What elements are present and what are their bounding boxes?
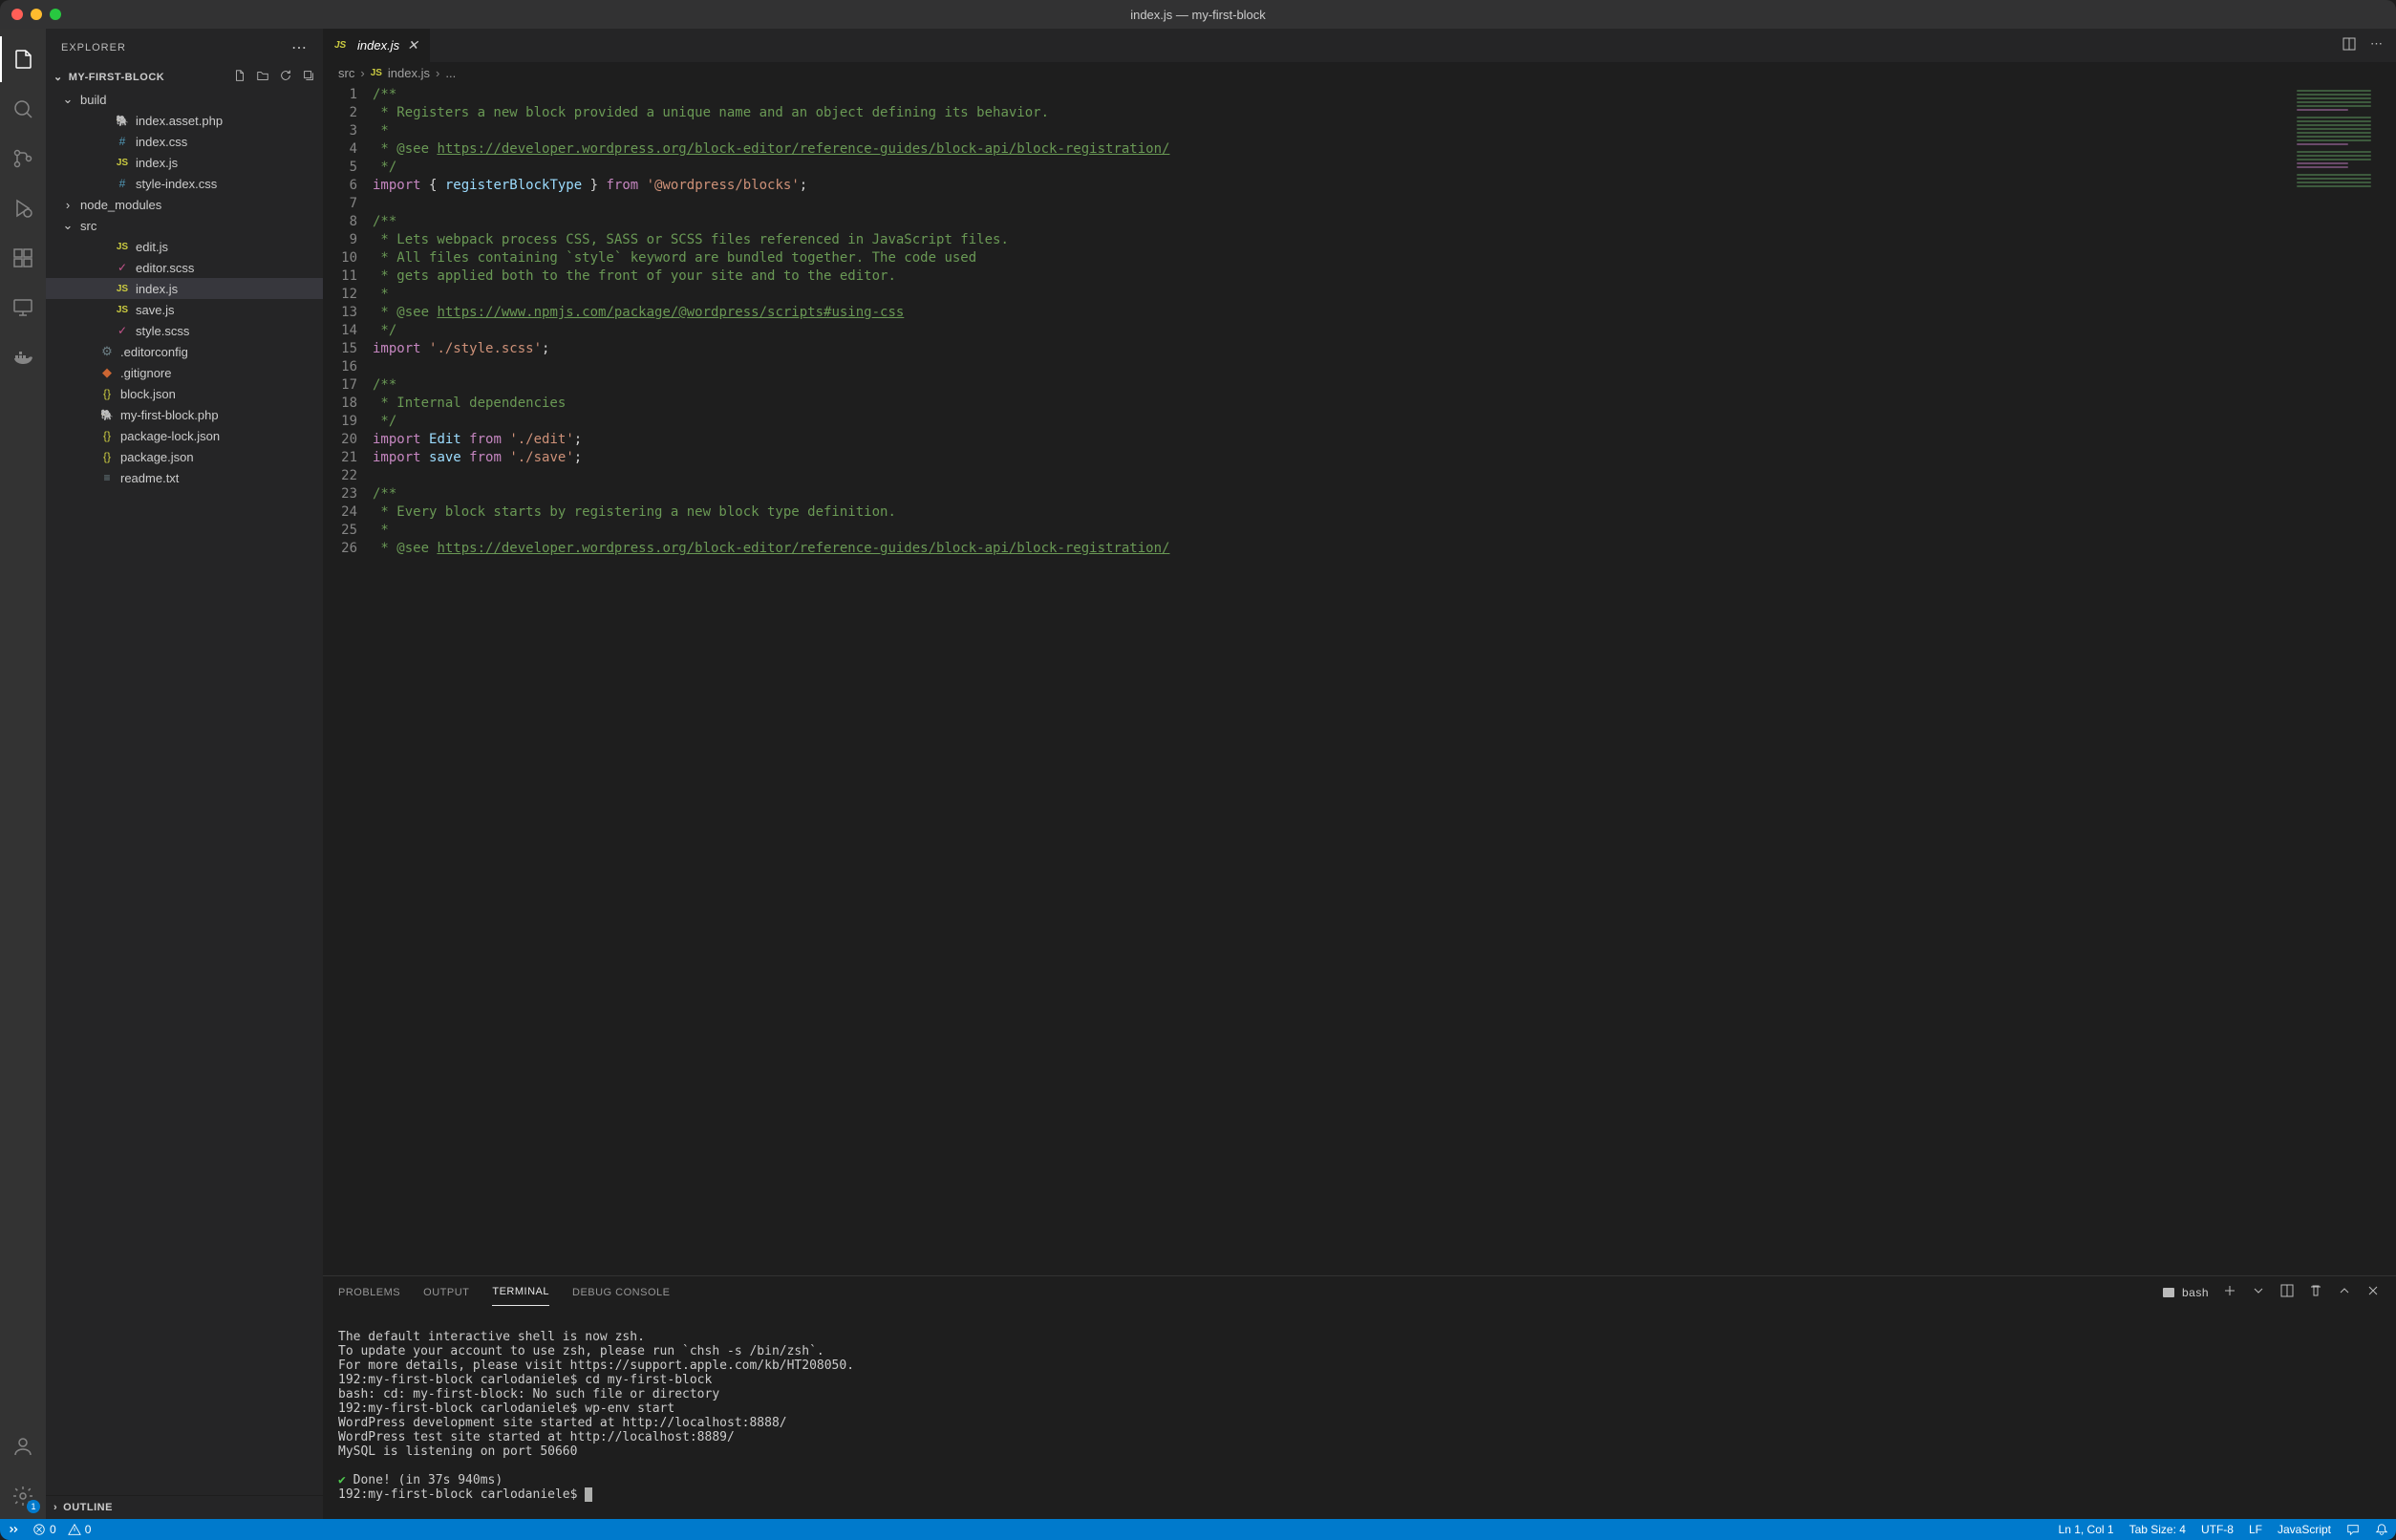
- breadcrumb-more[interactable]: ...: [445, 66, 456, 80]
- file-index-css[interactable]: #index.css: [46, 131, 323, 152]
- file-index-js[interactable]: JSindex.js: [46, 278, 323, 299]
- encoding[interactable]: UTF-8: [2201, 1523, 2234, 1536]
- tab-debug-console[interactable]: DEBUG CONSOLE: [572, 1279, 670, 1306]
- minimize-window[interactable]: [31, 9, 42, 20]
- file-style-scss[interactable]: ✓style.scss: [46, 320, 323, 341]
- folder-src[interactable]: ⌄src: [46, 215, 323, 236]
- js-file-icon: JS: [371, 68, 382, 78]
- terminal-dropdown-icon[interactable]: [2251, 1283, 2266, 1301]
- file-tree: ⌄build🐘index.asset.php#index.cssJSindex.…: [46, 89, 323, 1495]
- collapse-all-icon[interactable]: [302, 69, 315, 85]
- folder-name: MY-FIRST-BLOCK: [69, 72, 165, 83]
- folder-header[interactable]: ⌄ MY-FIRST-BLOCK: [46, 65, 323, 89]
- file-style-index-css[interactable]: #style-index.css: [46, 173, 323, 194]
- remote-icon[interactable]: [0, 285, 46, 331]
- explorer-label: EXPLORER: [61, 42, 126, 53]
- source-control-icon[interactable]: [0, 136, 46, 182]
- file-save-js[interactable]: JSsave.js: [46, 299, 323, 320]
- file--gitignore[interactable]: ◆.gitignore: [46, 362, 323, 383]
- activity-bar: [0, 29, 46, 1519]
- breadcrumb-sep: ›: [360, 66, 364, 80]
- errors-count[interactable]: 0: [32, 1523, 56, 1536]
- eol[interactable]: LF: [2249, 1523, 2262, 1536]
- titlebar: index.js — my-first-block: [0, 0, 2396, 29]
- feedback-icon[interactable]: [2346, 1523, 2360, 1536]
- close-panel-icon[interactable]: [2365, 1283, 2381, 1301]
- indentation[interactable]: Tab Size: 4: [2129, 1523, 2186, 1536]
- run-debug-icon[interactable]: [0, 185, 46, 231]
- window-title: index.js — my-first-block: [1130, 8, 1266, 22]
- split-editor-icon[interactable]: [2342, 36, 2357, 54]
- file-my-first-block-php[interactable]: 🐘my-first-block.php: [46, 404, 323, 425]
- editor-tabs: JS index.js ✕ ⋯: [323, 29, 2396, 62]
- account-icon[interactable]: [0, 1423, 46, 1469]
- bottom-panel: PROBLEMS OUTPUT TERMINAL DEBUG CONSOLE b…: [323, 1275, 2396, 1519]
- tab-output[interactable]: OUTPUT: [423, 1279, 469, 1306]
- outline-label: OUTLINE: [63, 1502, 113, 1513]
- breadcrumb-sep: ›: [436, 66, 439, 80]
- cursor-position[interactable]: Ln 1, Col 1: [2059, 1523, 2114, 1536]
- status-bar: 0 0 Ln 1, Col 1 Tab Size: 4 UTF-8 LF Jav…: [0, 1519, 2396, 1540]
- terminal-output[interactable]: The default interactive shell is now zsh…: [323, 1308, 2396, 1519]
- file-readme-txt[interactable]: ≡readme.txt: [46, 467, 323, 488]
- sidebar: EXPLORER ⋯ ⌄ MY-FIRST-BLOCK ⌄build🐘index…: [46, 29, 323, 1519]
- line-numbers: 1234567891011121314151617181920212223242…: [323, 84, 373, 1275]
- extensions-icon[interactable]: [0, 235, 46, 281]
- terminal-shell[interactable]: bash: [2161, 1285, 2209, 1300]
- tab-problems[interactable]: PROBLEMS: [338, 1279, 400, 1306]
- tab-terminal[interactable]: TERMINAL: [492, 1278, 549, 1306]
- folder-node-modules[interactable]: ›node_modules: [46, 194, 323, 215]
- explorer-icon[interactable]: [0, 36, 46, 82]
- new-folder-icon[interactable]: [256, 69, 269, 85]
- chevron-right-icon: ›: [53, 1502, 57, 1513]
- breadcrumb-file[interactable]: index.js: [388, 66, 430, 80]
- close-window[interactable]: [11, 9, 23, 20]
- file--editorconfig[interactable]: ⚙.editorconfig: [46, 341, 323, 362]
- close-tab-icon[interactable]: ✕: [407, 37, 418, 53]
- notifications-icon[interactable]: [2375, 1523, 2388, 1536]
- maximize-panel-icon[interactable]: [2337, 1283, 2352, 1301]
- explorer-more-icon[interactable]: ⋯: [291, 38, 308, 57]
- file-index-asset-php[interactable]: 🐘index.asset.php: [46, 110, 323, 131]
- breadcrumb-src[interactable]: src: [338, 66, 354, 80]
- minimap[interactable]: [2291, 84, 2396, 1275]
- docker-icon[interactable]: [0, 334, 46, 380]
- warnings-count[interactable]: 0: [68, 1523, 92, 1536]
- maximize-window[interactable]: [50, 9, 61, 20]
- js-file-icon: JS: [334, 40, 350, 51]
- outline-section[interactable]: › OUTLINE: [46, 1495, 323, 1519]
- tab-index-js[interactable]: JS index.js ✕: [323, 29, 431, 62]
- tab-label: index.js: [357, 38, 399, 53]
- code-content[interactable]: /** * Registers a new block provided a u…: [373, 84, 2291, 1275]
- refresh-icon[interactable]: [279, 69, 292, 85]
- language-mode[interactable]: JavaScript: [2278, 1523, 2331, 1536]
- folder-build[interactable]: ⌄build: [46, 89, 323, 110]
- file-index-js[interactable]: JSindex.js: [46, 152, 323, 173]
- breadcrumb[interactable]: src › JS index.js › ...: [323, 62, 2396, 84]
- code-editor[interactable]: 1234567891011121314151617181920212223242…: [323, 84, 2396, 1275]
- search-icon[interactable]: [0, 86, 46, 132]
- new-terminal-icon[interactable]: [2222, 1283, 2237, 1301]
- settings-gear-icon[interactable]: [0, 1473, 46, 1519]
- file-edit-js[interactable]: JSedit.js: [46, 236, 323, 257]
- more-actions-icon[interactable]: ⋯: [2370, 36, 2383, 54]
- file-block-json[interactable]: {}block.json: [46, 383, 323, 404]
- new-file-icon[interactable]: [233, 69, 246, 85]
- file-package-lock-json[interactable]: {}package-lock.json: [46, 425, 323, 446]
- chevron-down-icon: ⌄: [53, 71, 63, 83]
- split-terminal-icon[interactable]: [2279, 1283, 2295, 1301]
- file-editor-scss[interactable]: ✓editor.scss: [46, 257, 323, 278]
- remote-indicator[interactable]: [8, 1523, 21, 1536]
- file-package-json[interactable]: {}package.json: [46, 446, 323, 467]
- kill-terminal-icon[interactable]: [2308, 1283, 2323, 1301]
- window-controls: [11, 9, 61, 20]
